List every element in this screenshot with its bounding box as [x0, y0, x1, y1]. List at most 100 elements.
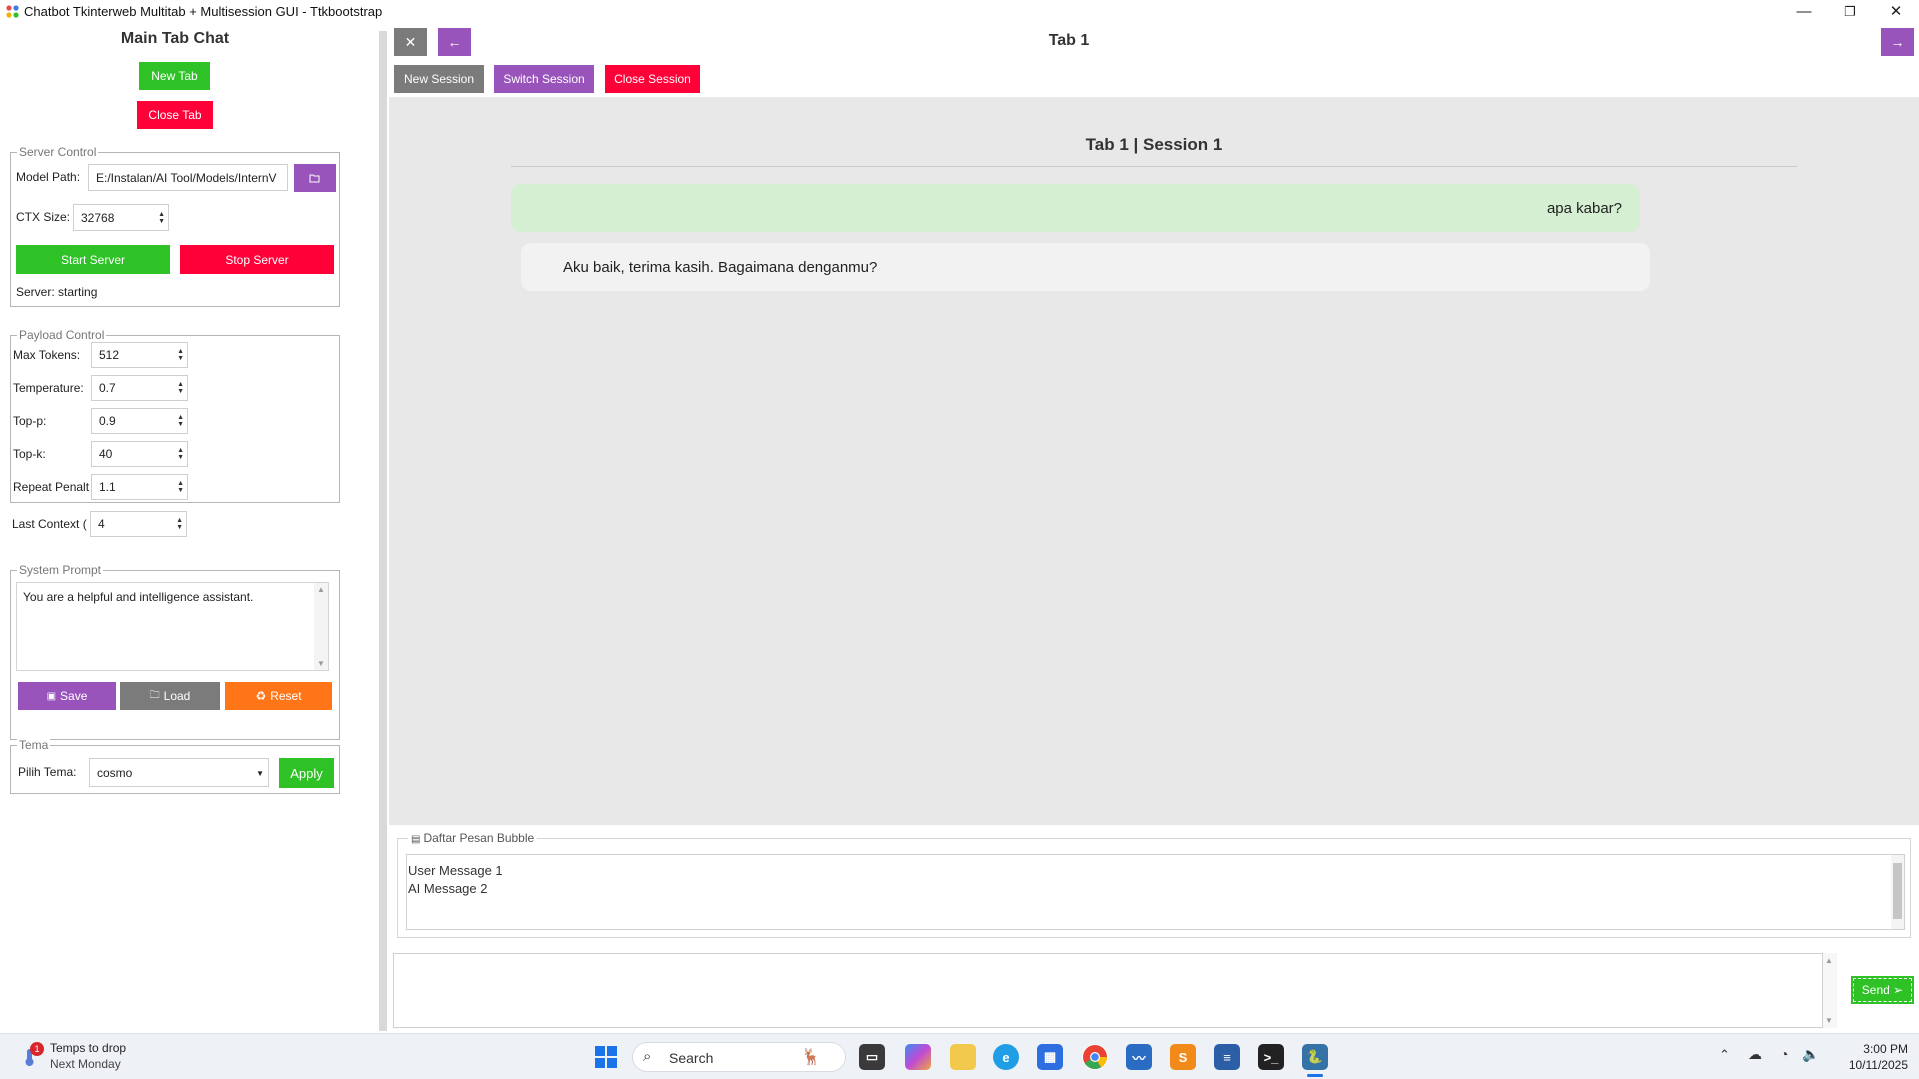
- scrollbar-thumb[interactable]: [1893, 863, 1902, 919]
- top-k-label: Top-k:: [13, 447, 46, 461]
- file-explorer-icon[interactable]: [950, 1044, 976, 1070]
- session-title: Tab 1 | Session 1: [1085, 135, 1223, 154]
- list-icon: ▤: [411, 834, 421, 845]
- top-p-value: 0.9: [99, 414, 116, 428]
- terminal-icon[interactable]: >_: [1258, 1044, 1284, 1070]
- reset-prompt-button[interactable]: ♻ Reset: [225, 682, 332, 710]
- theme-value: cosmo: [97, 765, 133, 780]
- close-window-button[interactable]: ✕: [1873, 0, 1919, 23]
- windows-start-icon[interactable]: [594, 1045, 618, 1069]
- splitter-handle[interactable]: [379, 31, 387, 1031]
- system-prompt-title: System Prompt: [17, 563, 104, 577]
- chrome-icon[interactable]: [1082, 1044, 1108, 1070]
- list-item[interactable]: User Message 1: [408, 863, 503, 878]
- previous-tab-button[interactable]: ←: [438, 28, 471, 56]
- edge-icon[interactable]: e: [993, 1044, 1019, 1070]
- send-button[interactable]: Send ➢: [1851, 976, 1914, 1004]
- ctx-size-value: 32768: [81, 210, 115, 225]
- wifi-icon[interactable]: ◔: [1780, 1046, 1788, 1062]
- ctx-size-label: CTX Size:: [16, 210, 71, 224]
- bubble-list-group: ▤ Daftar Pesan Bubble User Message 1 AI M…: [397, 831, 1911, 938]
- spin-arrows-icon[interactable]: ▲ ▼: [177, 480, 184, 494]
- volume-icon[interactable]: 🔈: [1802, 1046, 1819, 1063]
- message-input[interactable]: [393, 953, 1823, 1028]
- weather-widget-icon[interactable]: 1: [18, 1042, 44, 1069]
- scroll-up-icon[interactable]: ▲: [1825, 956, 1833, 965]
- new-tab-button[interactable]: New Tab: [139, 62, 210, 90]
- spin-arrows-icon[interactable]: ▲ ▼: [176, 517, 183, 531]
- panel-splitter[interactable]: [377, 23, 389, 1033]
- clock-date[interactable]: 10/11/2025: [1820, 1058, 1908, 1072]
- main-tab-heading: Main Tab Chat: [120, 30, 230, 47]
- last-context-label: Last Context (: [12, 517, 87, 531]
- scroll-up-icon[interactable]: ▲: [317, 585, 325, 594]
- app-icon: [6, 5, 19, 18]
- top-k-spinbox[interactable]: 40 ▲ ▼: [91, 441, 188, 467]
- browse-model-button[interactable]: [294, 164, 336, 192]
- save-prompt-button[interactable]: ▣ Save: [18, 682, 116, 710]
- top-k-value: 40: [99, 447, 113, 461]
- taskbar-search[interactable]: ⌕ Search 🦌: [632, 1042, 846, 1072]
- spin-arrows-icon[interactable]: ▲ ▼: [158, 211, 165, 225]
- notepad-icon[interactable]: ≡: [1214, 1044, 1240, 1070]
- stop-server-button[interactable]: Stop Server: [180, 245, 334, 274]
- max-tokens-label: Max Tokens:: [13, 348, 81, 362]
- folder-open-icon: 🗀: [149, 689, 160, 701]
- theme-group: Tema Pilih Tema: cosmo ▼ Apply: [10, 738, 340, 794]
- next-tab-button[interactable]: →: [1881, 28, 1914, 56]
- cloud-offline-icon[interactable]: ☁: [1748, 1046, 1762, 1063]
- system-prompt-scrollbar[interactable]: ▲ ▼: [314, 583, 328, 670]
- ctx-size-spinbox[interactable]: 32768 ▲ ▼: [73, 204, 169, 231]
- store-icon[interactable]: ▦: [1037, 1044, 1063, 1070]
- user-message-bubble: apa kabar?: [511, 184, 1640, 232]
- repeat-penalty-value: 1.1: [99, 480, 116, 494]
- theme-select[interactable]: cosmo ▼: [89, 758, 269, 787]
- server-control-title: Server Control: [17, 145, 99, 159]
- spin-arrows-icon[interactable]: ▲ ▼: [177, 414, 184, 428]
- system-prompt-textarea[interactable]: You are a helpful and intelligence assis…: [16, 582, 329, 671]
- load-prompt-label: Load: [163, 689, 191, 703]
- search-placeholder: Search: [669, 1050, 714, 1066]
- scroll-down-icon[interactable]: ▼: [1825, 1016, 1833, 1025]
- top-p-spinbox[interactable]: 0.9 ▲ ▼: [91, 408, 188, 434]
- session-divider: [511, 166, 1797, 167]
- close-session-button[interactable]: Close Session: [605, 65, 700, 93]
- chat-view[interactable]: Tab 1 | Session 1 apa kabar? Aku baik, t…: [389, 97, 1919, 825]
- max-tokens-spinbox[interactable]: 512 ▲ ▼: [91, 342, 188, 368]
- ai-message-text: Aku baik, terima kasih. Bagaimana dengan…: [563, 258, 878, 276]
- payload-control-group: Payload Control Max Tokens: 512 ▲ ▼ Temper…: [10, 328, 340, 503]
- clock-time[interactable]: 3:00 PM: [1838, 1042, 1908, 1056]
- system-prompt-group: System Prompt You are a helpful and inte…: [10, 563, 340, 740]
- temperature-spinbox[interactable]: 0.7 ▲ ▼: [91, 375, 188, 401]
- task-view-icon[interactable]: ▭: [859, 1044, 885, 1070]
- python-app-icon[interactable]: 🐍: [1302, 1044, 1328, 1070]
- repeat-penalty-spinbox[interactable]: 1.1 ▲ ▼: [91, 474, 188, 500]
- spin-arrows-icon[interactable]: ▲ ▼: [177, 348, 184, 362]
- weather-subtitle: Next Monday: [50, 1057, 121, 1071]
- copilot-icon[interactable]: [905, 1044, 931, 1070]
- sublime-text-icon[interactable]: S: [1170, 1044, 1196, 1070]
- save-prompt-label: Save: [60, 689, 88, 703]
- last-context-spinbox[interactable]: 4 ▲ ▼: [90, 511, 187, 537]
- message-input-scrollbar[interactable]: ▲ ▼: [1823, 953, 1837, 1028]
- weather-title[interactable]: Temps to drop: [50, 1041, 126, 1055]
- chevron-up-icon[interactable]: ⌃: [1719, 1047, 1730, 1063]
- bubble-listbox[interactable]: User Message 1 AI Message 2: [406, 854, 1905, 930]
- bubble-list-scrollbar[interactable]: [1891, 855, 1904, 929]
- new-session-button[interactable]: New Session: [394, 65, 484, 93]
- spin-arrows-icon[interactable]: ▲ ▼: [177, 381, 184, 395]
- scroll-down-icon[interactable]: ▼: [317, 659, 325, 668]
- ai-message-bubble: Aku baik, terima kasih. Bagaimana dengan…: [521, 243, 1650, 291]
- start-server-button[interactable]: Start Server: [16, 245, 170, 274]
- minimize-button[interactable]: —: [1781, 0, 1827, 23]
- list-item[interactable]: AI Message 2: [408, 881, 488, 896]
- close-tab-button[interactable]: Close Tab: [137, 101, 213, 129]
- apply-theme-button[interactable]: Apply: [279, 758, 334, 788]
- monitor-app-icon[interactable]: 〰: [1126, 1044, 1152, 1070]
- model-path-input[interactable]: E:/Instalan/AI Tool/Models/InternV: [88, 164, 288, 191]
- spin-arrows-icon[interactable]: ▲ ▼: [177, 447, 184, 461]
- switch-session-button[interactable]: Switch Session: [494, 65, 594, 93]
- close-chat-tab-button[interactable]: ✕: [394, 28, 427, 56]
- load-prompt-button[interactable]: 🗀 Load: [120, 682, 220, 710]
- maximize-button[interactable]: ❐: [1827, 0, 1873, 23]
